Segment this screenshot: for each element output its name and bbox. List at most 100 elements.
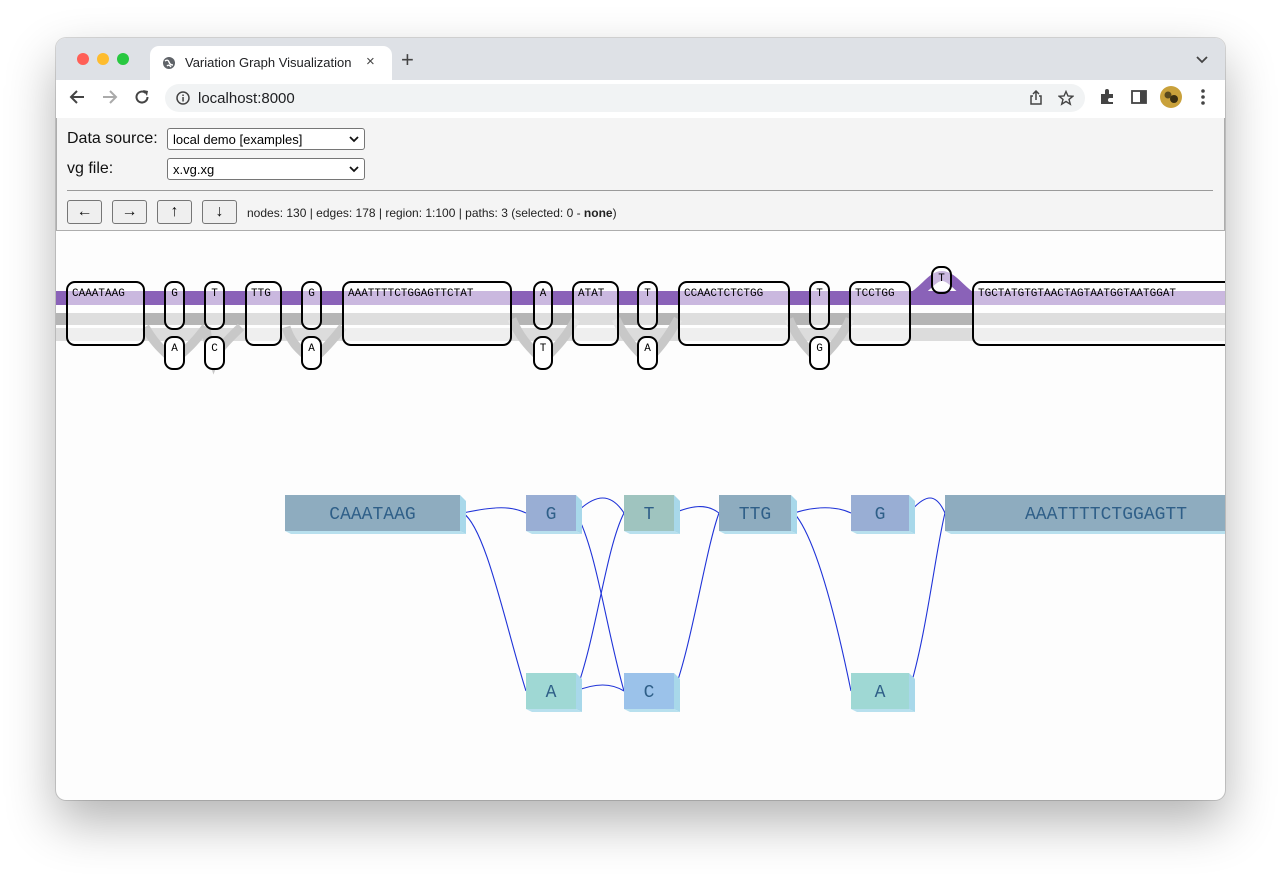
forward-icon[interactable] [101, 88, 119, 106]
tube-node-label: AAATTTTCTGGAGTTCTAT [348, 288, 474, 300]
tube-node[interactable]: A [533, 281, 553, 330]
graph-node[interactable]: CAAATAAG [285, 489, 466, 534]
tab-search-icon[interactable] [1195, 52, 1209, 66]
graph-node[interactable]: C [624, 667, 680, 712]
tube-node-label: A [540, 288, 547, 300]
graph-node-label: T [644, 505, 655, 525]
site-info-icon[interactable] [176, 91, 190, 105]
minimize-window-button[interactable] [97, 53, 109, 65]
graph-stats: nodes: 130 | edges: 178 | region: 1:100 … [247, 206, 617, 220]
tube-node[interactable]: CCAACTCTCTGG [678, 281, 790, 346]
tube-node[interactable]: T [533, 336, 553, 370]
graph-edge [462, 512, 527, 692]
divider [67, 190, 1213, 191]
address-bar[interactable]: localhost:8000 [165, 84, 1085, 112]
zoom-up-button[interactable]: ↑ [157, 200, 192, 224]
tube-node[interactable]: G [301, 281, 322, 330]
tab-title: Variation Graph Visualization [185, 55, 352, 70]
graph-edge [673, 506, 720, 514]
controls-panel: Data source: local demo [examples] vg fi… [56, 118, 1225, 231]
extensions-icon[interactable] [1098, 88, 1116, 106]
tube-node[interactable]: G [164, 281, 185, 330]
tube-node-label: TCCTGG [855, 288, 895, 300]
tab-variation-graph[interactable]: Variation Graph Visualization × [150, 46, 392, 80]
tube-node[interactable]: A [301, 336, 322, 370]
bookmark-star-icon[interactable] [1058, 90, 1074, 106]
tube-node-label: A [644, 343, 651, 355]
side-panel-icon[interactable] [1130, 88, 1148, 106]
graph-edge [462, 507, 527, 514]
tube-node[interactable]: TTG [245, 281, 282, 346]
graph-edge [575, 497, 625, 514]
tube-node-label: T [938, 273, 945, 285]
graph-node-label: G [546, 505, 557, 525]
tube-node[interactable]: T [931, 266, 952, 294]
globe-icon [163, 57, 175, 69]
tube-node[interactable]: C [204, 336, 225, 370]
graph-node[interactable]: G [526, 489, 582, 534]
back-icon[interactable] [68, 88, 86, 106]
tube-node[interactable]: A [164, 336, 185, 370]
tube-node-label: T [644, 288, 651, 300]
tube-node[interactable]: TCCTGG [849, 281, 911, 346]
graph-edge [793, 507, 852, 514]
tube-node-label: T [211, 288, 218, 300]
tube-node-label: A [308, 343, 315, 355]
graph-edge [908, 512, 946, 692]
pan-left-button[interactable]: ← [67, 200, 102, 224]
tube-node-label: T [540, 343, 547, 355]
graph-node-label: TTG [739, 505, 771, 525]
tube-node-label: CCAACTCTCTGG [684, 288, 763, 300]
graph-edge [793, 512, 852, 692]
graph-node-label: A [875, 683, 886, 703]
tube-node-label: C [211, 343, 218, 355]
data-source-label: Data source: [67, 130, 158, 147]
avatar[interactable] [1160, 86, 1182, 108]
graph-node[interactable]: G [851, 489, 915, 534]
chevron-down-icon [349, 136, 359, 143]
tube-node-label: T [816, 288, 823, 300]
tube-node-label: G [816, 343, 823, 355]
graph-3d-view[interactable]: CAAATAAG G T TTG G AAATTTTCTGGAGTT A C A [56, 468, 1225, 728]
tube-node[interactable]: T [809, 281, 830, 330]
reload-icon[interactable] [133, 88, 151, 106]
tube-node-label: TGCTATGTGTAACTAGTAATGGTAATGGAT [978, 288, 1176, 300]
graph-node-label: AAATTTTCTGGAGTT [1025, 505, 1187, 525]
stats-close: ) [612, 206, 617, 220]
share-icon[interactable] [1028, 90, 1044, 106]
graph-node[interactable]: A [851, 667, 915, 712]
data-source-value: local demo [examples] [173, 132, 303, 147]
tube-node-label: A [171, 343, 178, 355]
tube-node-label: ATAT [578, 288, 605, 300]
more-menu-icon[interactable] [1196, 88, 1210, 106]
tube-map[interactable]: CAAATAAG G T TTG G AAATTTTCTGGAGTTCTAT A ATAT T C… [56, 231, 1225, 381]
zoom-window-button[interactable] [117, 53, 129, 65]
graph-node-label: G [875, 505, 886, 525]
tube-node-label: TTG [251, 288, 271, 300]
close-tab-icon[interactable]: × [366, 53, 375, 71]
tube-node[interactable]: CAAATAAG [66, 281, 145, 346]
tube-node[interactable]: AAATTTTCTGGAGTTCTAT [342, 281, 512, 346]
url-text: localhost:8000 [198, 90, 295, 107]
graph-node[interactable]: AAATTTTCTGGAGTT [945, 489, 1225, 534]
graph-node[interactable]: T [624, 489, 680, 534]
vg-file-select[interactable]: x.vg.xg [167, 158, 365, 180]
graph-node[interactable]: A [526, 667, 582, 712]
tube-node[interactable]: ATAT [572, 281, 619, 346]
tube-node[interactable]: A [637, 336, 658, 370]
tube-node-label: G [308, 288, 315, 300]
graph-node[interactable]: TTG [719, 489, 797, 534]
tube-node[interactable]: T [204, 281, 225, 330]
tube-node[interactable]: T [637, 281, 658, 330]
data-source-select[interactable]: local demo [examples] [167, 128, 365, 150]
close-window-button[interactable] [77, 53, 89, 65]
tube-node[interactable]: TGCTATGTGTAACTAGTAATGGTAATGGAT [972, 281, 1225, 346]
tab-strip: Variation Graph Visualization × + [56, 38, 1225, 80]
vg-file-label: vg file: [67, 160, 114, 177]
new-tab-button[interactable]: + [401, 49, 414, 71]
pan-right-button[interactable]: → [112, 200, 147, 224]
graph-nodes: CAAATAAG G T TTG G AAATTTTCTGGAGTT A C A [285, 489, 1225, 712]
zoom-down-button[interactable]: ↓ [202, 200, 237, 224]
tube-node[interactable]: G [809, 336, 830, 370]
graph-edge [575, 512, 625, 692]
